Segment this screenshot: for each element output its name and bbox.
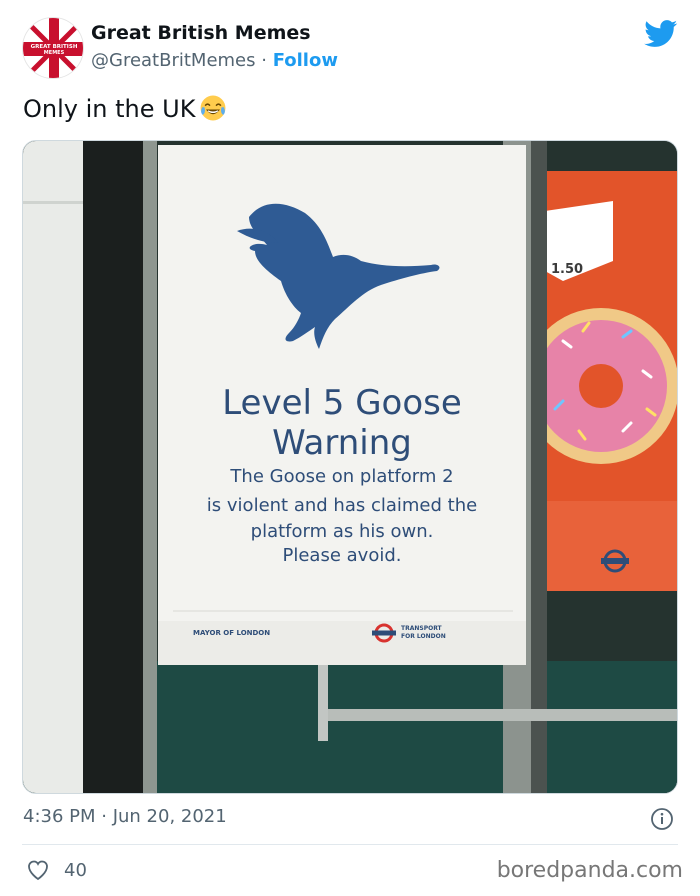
handle-row: @GreatBritMemes · Follow bbox=[91, 50, 338, 71]
account-name[interactable]: Great British Memes bbox=[91, 22, 311, 44]
tfl-roundel-icon bbox=[372, 623, 396, 643]
sign-title-2: Warning bbox=[272, 423, 412, 463]
tfl-label-2: FOR LONDON bbox=[401, 633, 446, 640]
account-handle[interactable]: @GreatBritMemes bbox=[91, 50, 256, 71]
tweet-card: GREAT BRITISH MEMES Great British Memes … bbox=[0, 0, 700, 896]
tfl-label-1: TRANSPORT bbox=[401, 625, 442, 632]
twitter-bird-icon[interactable] bbox=[644, 20, 678, 48]
poster-price: 1.50 bbox=[551, 262, 583, 277]
tweet-text: Only in the UK bbox=[23, 94, 227, 123]
separator: · bbox=[255, 50, 273, 71]
tweet-photo[interactable]: 1.50 Level 5 Goose Warning The Goose on … bbox=[22, 140, 678, 794]
info-icon[interactable] bbox=[650, 807, 674, 831]
tweet-text-content: Only in the UK bbox=[23, 95, 196, 123]
sign-body-2: is violent and has claimed the bbox=[206, 495, 478, 516]
avatar[interactable]: GREAT BRITISH MEMES bbox=[22, 17, 84, 79]
face-with-tears-of-joy-icon bbox=[200, 95, 226, 121]
mayor-of-london-label: MAYOR OF LONDON bbox=[193, 629, 271, 637]
watermark: boredpanda.com bbox=[496, 858, 683, 883]
sign-body-1: The Goose on platform 2 bbox=[230, 466, 454, 487]
sign-body-3: platform as his own. bbox=[250, 521, 434, 542]
heart-icon bbox=[28, 860, 48, 881]
tweet-timestamp[interactable]: 4:36 PM · Jun 20, 2021 bbox=[23, 806, 227, 827]
divider bbox=[22, 844, 678, 845]
like-button[interactable]: 40 bbox=[26, 857, 87, 883]
sign-body-4: Please avoid. bbox=[282, 545, 402, 566]
sign-title-1: Level 5 Goose bbox=[222, 383, 462, 423]
like-count: 40 bbox=[64, 859, 87, 881]
avatar-text-2: MEMES bbox=[44, 50, 65, 56]
follow-button[interactable]: Follow bbox=[273, 50, 338, 71]
